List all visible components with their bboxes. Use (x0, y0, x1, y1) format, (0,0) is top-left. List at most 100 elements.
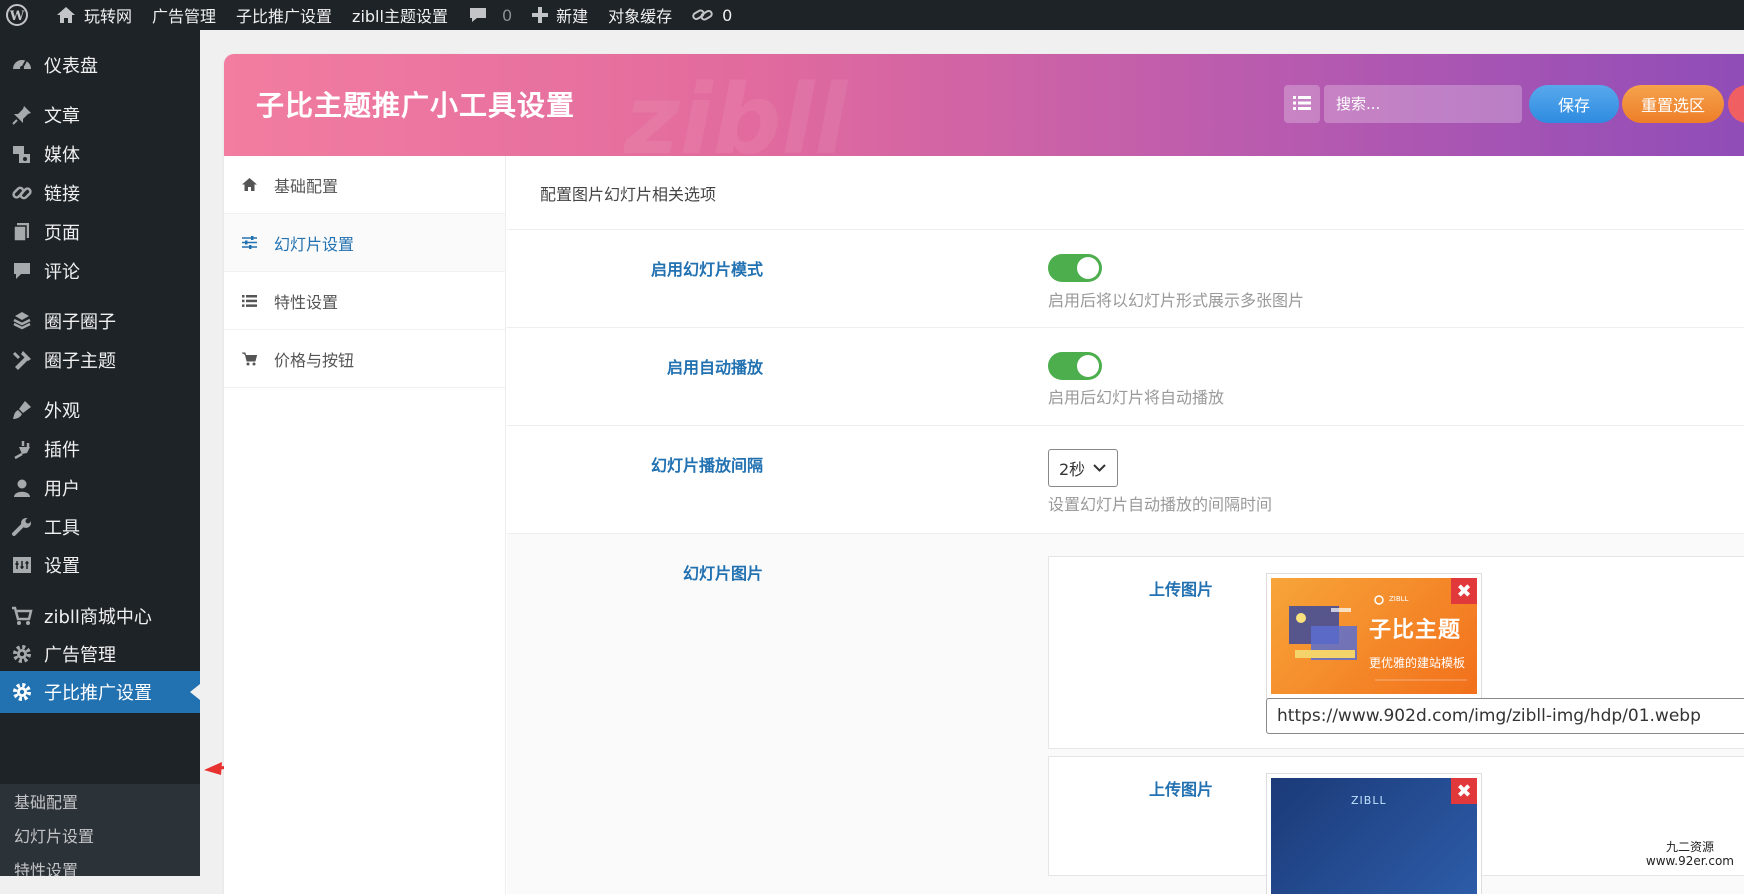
sidebar-item-label: 仪表盘 (44, 56, 98, 77)
sidebar-item-users[interactable]: 用户 (0, 467, 200, 509)
object-cache-link[interactable]: 对象缓存 (608, 3, 672, 27)
thumb-slogan-text: 更优雅的建站模板 (1369, 656, 1466, 670)
list-icon (242, 294, 266, 307)
sidebar-item-comments[interactable]: 评论 (0, 250, 200, 292)
tab-label: 基础配置 (274, 176, 339, 196)
watermark-line-1: 九二资源 (1665, 840, 1714, 854)
corner-watermark: 九二资源 www.92er.com (1646, 840, 1734, 868)
comment-icon (10, 259, 34, 283)
sidebar-submenu: 基础配置 幻灯片设置 特性设置 (0, 784, 200, 876)
submenu-label: 特性设置 (14, 861, 79, 876)
search-input[interactable] (1324, 85, 1522, 123)
plus-icon (532, 7, 549, 23)
ad-manage-label: 广告管理 (152, 7, 217, 26)
cart-icon (242, 352, 266, 366)
tab-basic[interactable]: 基础配置 (224, 156, 505, 214)
remove-image-x-button[interactable]: ✖ (1451, 778, 1477, 804)
dashboard-icon (10, 53, 34, 77)
wrench-icon (10, 515, 34, 539)
links-link[interactable]: 0 (692, 6, 732, 25)
sidebar-item-label: 外观 (44, 401, 80, 422)
thumbnail-image: 子比主题 更优雅的建站模板 ZIBLL (1271, 578, 1477, 694)
sidebar-item-settings[interactable]: 设置 (0, 544, 200, 586)
sidebar-item-media[interactable]: 媒体 (0, 133, 200, 175)
media-icon (10, 142, 34, 166)
field-slideshow-mode: 启用幻灯片模式 启用后将以幻灯片形式展示多张图片 (507, 230, 1744, 328)
theme-settings-label: zibll主题设置 (352, 7, 448, 26)
slideshow-mode-toggle[interactable] (1048, 254, 1102, 282)
upload-image-label: 上传图片 (1149, 780, 1214, 799)
tab-pricing[interactable]: 价格与按钮 (224, 330, 505, 388)
sidebar-item-label: 页面 (44, 223, 80, 244)
sidebar-item-label: 设置 (44, 556, 80, 577)
sidebar-item-plugins[interactable]: 插件 (0, 428, 200, 470)
sidebar-item-pages[interactable]: 页面 (0, 211, 200, 253)
forum-icon (10, 309, 34, 333)
sidebar-item-shop[interactable]: zibll商城中心 (0, 595, 200, 637)
sidebar-item-label: zibll商城中心 (44, 607, 152, 628)
save-button[interactable]: 保存 (1529, 85, 1619, 123)
settings-icon (10, 553, 34, 577)
cart-icon (10, 604, 34, 628)
sidebar-item-ad-manage[interactable]: 广告管理 (0, 633, 200, 675)
sidebar-item-label: 广告管理 (44, 645, 116, 666)
sidebar-item-posts[interactable]: 文章 (0, 94, 200, 136)
comment-icon (468, 6, 488, 24)
ad-manage-link[interactable]: 广告管理 (152, 3, 216, 27)
thumbnail-image: ZIBLL (1271, 778, 1477, 894)
wordpress-icon: W (6, 4, 28, 26)
promo-settings-label: 子比推广设置 (236, 7, 333, 26)
interval-value: 2秒 (1059, 460, 1086, 479)
chevron-down-icon (1093, 464, 1106, 472)
sliders-icon (242, 236, 266, 249)
page-title: 子比主题推广小工具设置 (256, 89, 576, 122)
sidebar-item-label: 媒体 (44, 145, 80, 166)
reset-section-button[interactable]: 重置选区 (1622, 85, 1724, 123)
menu-toggle-button[interactable] (1284, 85, 1320, 123)
tab-features[interactable]: 特性设置 (224, 272, 505, 330)
sidebar-item-label: 链接 (44, 184, 80, 205)
image-url-input[interactable] (1266, 698, 1744, 734)
field-label: 幻灯片图片 (682, 564, 763, 583)
sidebar-item-tools[interactable]: 工具 (0, 506, 200, 548)
sidebar-item-forum[interactable]: 圈子圈子 (0, 300, 200, 342)
sidebar-item-label: 评论 (44, 262, 80, 283)
field-label: 启用幻灯片模式 (650, 260, 763, 279)
theme-settings-link[interactable]: zibll主题设置 (352, 3, 448, 27)
sidebar-item-label: 圈子圈子 (44, 312, 116, 333)
submenu-item-basic[interactable]: 基础配置 (0, 784, 200, 818)
thumb-brand-text: ZIBLL (1389, 595, 1409, 603)
sidebar-item-links[interactable]: 链接 (0, 172, 200, 214)
sidebar-item-forum-theme[interactable]: 圈子主题 (0, 339, 200, 381)
sidebar-item-label: 用户 (44, 479, 80, 500)
user-icon (10, 476, 34, 500)
thumb-brand-text: ZIBLL (1351, 794, 1387, 807)
admin-sidebar: 仪表盘 文章 媒体 链接 页面 评论 圈子圈子 圈子主题 外观 插件 用户 工具… (0, 30, 200, 876)
tab-slideshow[interactable]: 幻灯片设置 (224, 214, 505, 272)
panel-header: zibll 子比主题推广小工具设置 保存 重置选区 (224, 54, 1744, 176)
reset-all-button[interactable] (1728, 85, 1744, 123)
sidebar-item-dashboard[interactable]: 仪表盘 (0, 44, 200, 86)
link-icon (10, 181, 34, 205)
autoplay-toggle[interactable] (1048, 352, 1102, 380)
sidebar-item-promo-settings[interactable]: 子比推广设置 (0, 671, 200, 713)
tools-icon (10, 348, 34, 372)
field-label: 启用自动播放 (666, 358, 763, 377)
new-label: 新建 (556, 7, 589, 26)
submenu-item-slideshow[interactable]: 幻灯片设置 (0, 818, 200, 852)
brush-icon (10, 398, 34, 422)
sidebar-item-label: 圈子主题 (44, 351, 116, 372)
interval-select[interactable]: 2秒 (1048, 449, 1118, 487)
field-description: 设置幻灯片自动播放的间隔时间 (1048, 495, 1273, 514)
submenu-item-features[interactable]: 特性设置 (0, 852, 200, 876)
new-content-link[interactable]: 新建 (532, 3, 588, 27)
settings-nav: 基础配置 幻灯片设置 特性设置 价格与按钮 (224, 156, 506, 894)
remove-image-x-button[interactable]: ✖ (1451, 578, 1477, 604)
wordpress-logo[interactable]: W (6, 4, 36, 26)
promo-settings-link[interactable]: 子比推广设置 (236, 3, 332, 27)
site-name-link[interactable]: 玩转网 (56, 3, 132, 27)
toggle-knob (1077, 355, 1099, 377)
comments-link[interactable]: 0 (468, 6, 512, 25)
pin-icon (10, 103, 34, 127)
sidebar-item-appearance[interactable]: 外观 (0, 389, 200, 431)
